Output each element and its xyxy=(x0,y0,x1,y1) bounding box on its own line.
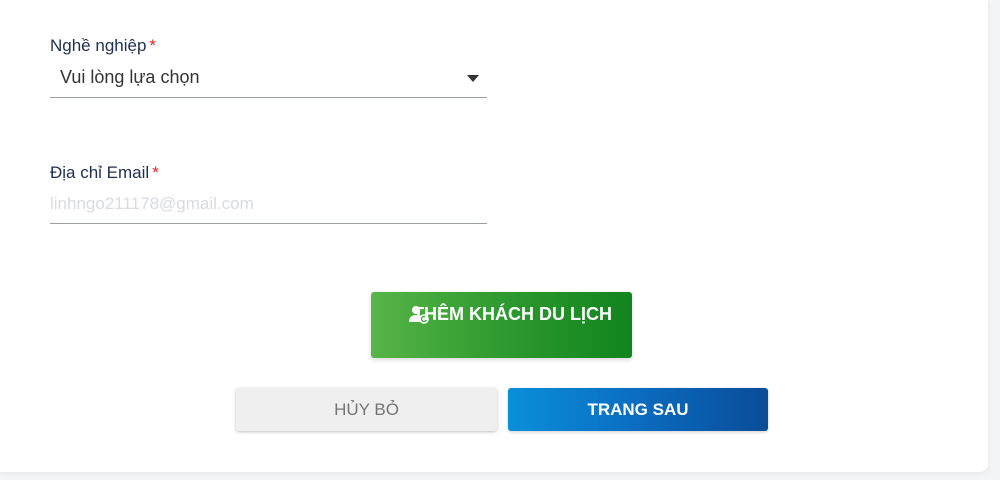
email-field: Địa chỉ Email * xyxy=(50,162,487,224)
occupation-label-text: Nghề nghiệp xyxy=(50,36,147,55)
occupation-select[interactable]: Vui lòng lựa chọn xyxy=(50,57,487,98)
cancel-button[interactable]: HỦY BỎ xyxy=(236,388,497,431)
next-page-button[interactable]: TRANG SAU xyxy=(508,388,768,431)
add-traveler-button[interactable]: THÊM KHÁCH DU LỊCH xyxy=(371,292,632,358)
user-add-icon xyxy=(409,306,429,324)
occupation-field: Nghề nghiệp * Vui lòng lựa chọn xyxy=(50,35,487,98)
email-input[interactable] xyxy=(50,184,487,224)
email-label-text: Địa chỉ Email xyxy=(50,163,150,182)
email-label: Địa chỉ Email * xyxy=(50,162,487,184)
required-asterisk: * xyxy=(149,36,157,55)
add-traveler-label: THÊM KHÁCH DU LỊCH xyxy=(413,304,612,324)
form-card: Nghề nghiệp * Vui lòng lựa chọn Địa chỉ E… xyxy=(0,0,988,472)
cancel-label: HỦY BỎ xyxy=(334,400,399,419)
occupation-select-value: Vui lòng lựa chọn xyxy=(60,67,200,87)
occupation-label: Nghề nghiệp * xyxy=(50,35,487,57)
next-page-label: TRANG SAU xyxy=(587,400,689,419)
caret-down-icon xyxy=(467,75,479,82)
required-asterisk: * xyxy=(152,163,159,182)
